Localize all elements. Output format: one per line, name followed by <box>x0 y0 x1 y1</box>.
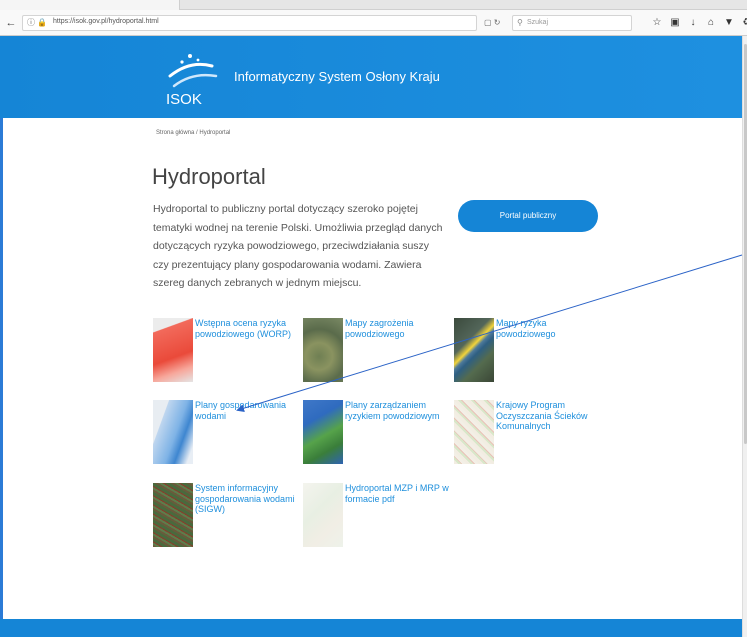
bookmark-star-icon[interactable]: ☆ <box>652 16 662 30</box>
tile-label[interactable]: Mapy ryzyka powodziowego <box>496 318 604 339</box>
sync-icon[interactable]: ♻ <box>742 16 747 30</box>
download-icon[interactable]: ↓ <box>688 16 698 30</box>
site-header: ISOK Informatyczny System Osłony Kraju <box>0 36 742 118</box>
breadcrumb: Strona główna / Hydroportal <box>156 130 230 136</box>
tile-sewage-program[interactable]: Krajowy Program Oczyszczania Ścieków Kom… <box>454 400 604 470</box>
tile-label[interactable]: Mapy zagrożenia powodziowego <box>345 318 453 339</box>
search-box[interactable]: ⚲ Szukaj <box>512 15 632 31</box>
tab-strip <box>0 0 747 10</box>
tile-flood-risk-maps[interactable]: Mapy ryzyka powodziowego <box>454 318 604 388</box>
tile-water-management-plans[interactable]: Plany gospodarowania wodami <box>153 400 303 470</box>
tile-label[interactable]: Plany gospodarowania wodami <box>195 400 303 421</box>
isok-logo[interactable]: ISOK <box>160 46 222 108</box>
water-info-system-thumbnail[interactable] <box>153 483 193 547</box>
site-name: Informatyczny System Osłony Kraju <box>234 69 440 84</box>
window-left-border <box>0 36 3 637</box>
logo-text: ISOK <box>166 91 202 108</box>
tile-label[interactable]: Krajowy Program Oczyszczania Ścieków Kom… <box>496 400 604 432</box>
tile-flood-hazard-maps[interactable]: Mapy zagrożenia powodziowego <box>303 318 453 388</box>
tile-label[interactable]: Hydroportal MZP i MRP w formacie pdf <box>345 483 453 504</box>
page-description: Hydroportal to publiczny portal dotycząc… <box>153 203 443 289</box>
breadcrumb-home[interactable]: Strona główna <box>156 130 194 136</box>
sewage-program-map-thumbnail[interactable] <box>454 400 494 464</box>
tile-label[interactable]: Wstępna ocena ryzyka powodziowego (WORP) <box>195 318 303 339</box>
home-icon[interactable]: ⌂ <box>706 16 716 30</box>
page-scrollbar[interactable] <box>742 36 747 637</box>
pdf-maps-thumbnail[interactable] <box>303 483 343 547</box>
tile-flood-management-plans[interactable]: Plany zarządzaniem ryzykiem powodziowym <box>303 400 453 470</box>
tile-sigw[interactable]: System informacyjny gospodarowania wodam… <box>153 483 303 553</box>
browser-chrome: ← ⓘ 🔒 https://isok.gov.pl/hydroportal.ht… <box>0 0 747 36</box>
site-footer <box>0 619 742 637</box>
clipboard-icon[interactable]: ▣ <box>670 16 680 30</box>
flood-risk-aerial-thumbnail[interactable] <box>454 318 494 382</box>
browser-navbar: ← ⓘ 🔒 https://isok.gov.pl/hydroportal.ht… <box>0 10 747 36</box>
tile-label[interactable]: System informacyjny gospodarowania wodam… <box>195 483 303 515</box>
tile-label[interactable]: Plany zarządzaniem ryzykiem powodziowym <box>345 400 453 421</box>
shield-icon[interactable]: ▼ <box>724 16 734 30</box>
browser-tab[interactable] <box>0 0 180 10</box>
flood-risk-map-thumbnail[interactable] <box>153 318 193 382</box>
url-text: https://isok.gov.pl/hydroportal.html <box>53 18 159 25</box>
tile-worp[interactable]: Wstępna ocena ryzyka powodziowego (WORP) <box>153 318 303 388</box>
page-title: Hydroportal <box>152 164 266 189</box>
public-portal-button[interactable]: Portal publiczny <box>458 200 598 232</box>
address-bar[interactable]: ⓘ 🔒 https://isok.gov.pl/hydroportal.html <box>22 15 477 31</box>
flood-hazard-map-thumbnail[interactable] <box>303 318 343 382</box>
browser-toolbar: ☆ ▣ ↓ ⌂ ▼ ♻ ≡ <box>652 16 747 30</box>
breadcrumb-current: Hydroportal <box>199 130 231 136</box>
reload-icon[interactable]: ▢ ↻ <box>484 18 500 27</box>
lock-icon: ⓘ 🔒 <box>27 18 48 27</box>
water-management-map-thumbnail[interactable] <box>153 400 193 464</box>
flood-management-map-thumbnail[interactable] <box>303 400 343 464</box>
search-icon: ⚲ <box>517 18 523 27</box>
tile-pdf-maps[interactable]: Hydroportal MZP i MRP w formacie pdf <box>303 483 453 553</box>
back-arrow-icon[interactable]: ← <box>4 16 18 30</box>
search-placeholder: Szukaj <box>527 19 549 26</box>
